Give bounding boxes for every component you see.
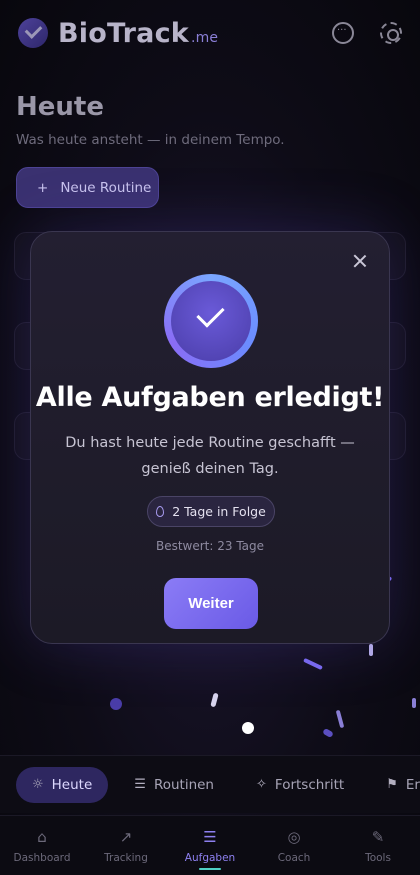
page-title: Heute — [16, 92, 104, 122]
list-check-icon: ☰ — [134, 777, 146, 792]
plus-icon: + — [37, 179, 49, 196]
app-header: BioTrack .me — [0, 0, 420, 66]
continue-button[interactable]: Weiter — [164, 578, 258, 629]
tab-label: Er — [405, 776, 420, 793]
confetti-piece — [110, 698, 122, 710]
best-streak: Bestwert: 23 Tage — [155, 539, 265, 553]
nav-label: Dashboard — [13, 851, 71, 864]
gear-icon[interactable] — [380, 22, 402, 44]
streak-badge: 2 Tage in Folge — [147, 496, 275, 527]
app-root: BioTrack.me Heute Was heute ansteht — in… — [0, 0, 420, 875]
brand-name: BioTrack .me — [58, 18, 218, 49]
nav-label: Tracking — [104, 851, 148, 864]
confetti-piece — [303, 657, 323, 671]
completion-dialog: Alle Aufgaben erledigt! Du hast heute je… — [30, 231, 390, 644]
dialog-title: Alle Aufgaben erledigt! — [35, 382, 385, 413]
nav-tracking[interactable]: ↗ Tracking — [84, 816, 168, 875]
nav-dashboard[interactable]: ⌂ Dashboard — [0, 816, 84, 875]
check-icon — [171, 281, 251, 361]
close-icon[interactable] — [351, 252, 369, 270]
new-routine-label: Neue Routine — [60, 179, 152, 196]
tab-heute[interactable]: ☼ Heute — [16, 766, 109, 803]
confetti-piece — [322, 727, 334, 739]
streak-text: 2 Tage in Folge — [172, 504, 266, 519]
home-icon: ⌂ — [37, 827, 47, 846]
brand-tld: .me — [190, 29, 219, 46]
nav-label: Tools — [365, 851, 391, 864]
compass-icon: ◎ — [287, 827, 301, 846]
flame-icon — [156, 506, 165, 517]
nav-aufgaben[interactable]: ☰ Aufgaben — [168, 816, 252, 875]
success-ring — [164, 274, 258, 368]
logo-icon — [18, 18, 48, 48]
chat-icon[interactable] — [332, 22, 354, 44]
tab-fortschritt[interactable]: ✧ Fortschritt — [240, 767, 360, 803]
section-tabs: ☼ Heute ☰ Routinen ✧ Fortschritt ⚑ Er — [0, 755, 420, 813]
new-routine-button[interactable]: + Neue Routine — [16, 167, 159, 208]
tab-erfolge[interactable]: ⚑ Er — [370, 767, 420, 803]
brand-text: BioTrack — [58, 17, 189, 49]
tasks-icon: ☰ — [203, 827, 217, 846]
confetti-piece — [369, 644, 373, 656]
confetti-piece — [412, 698, 416, 708]
header-actions — [332, 22, 402, 44]
bottom-nav: ⌂ Dashboard ↗ Tracking ☰ Aufgaben ◎ Coac… — [0, 815, 420, 875]
page-subtitle: Was heute ansteht — in deinem Tempo. — [16, 132, 285, 148]
nav-label: Coach — [277, 851, 311, 864]
wrench-icon: ✎ — [371, 827, 385, 846]
trend-icon: ↗ — [119, 827, 133, 846]
sun-icon: ☼ — [32, 777, 44, 792]
tab-label: Fortschritt — [274, 776, 345, 793]
nav-tools[interactable]: ✎ Tools — [336, 816, 420, 875]
nav-coach[interactable]: ◎ Coach — [252, 816, 336, 875]
nav-label: Aufgaben — [184, 851, 236, 864]
flag-icon: ⚑ — [386, 777, 398, 792]
confetti-piece — [242, 722, 254, 734]
tab-label: Routinen — [153, 776, 214, 793]
confetti-piece — [335, 709, 345, 729]
tab-routinen[interactable]: ☰ Routinen — [118, 767, 230, 803]
sparkle-icon: ✧ — [256, 777, 267, 792]
confetti-piece — [210, 692, 219, 708]
tab-label: Heute — [51, 776, 93, 793]
dialog-message: Du hast heute jede Routine geschafft — g… — [65, 435, 355, 477]
